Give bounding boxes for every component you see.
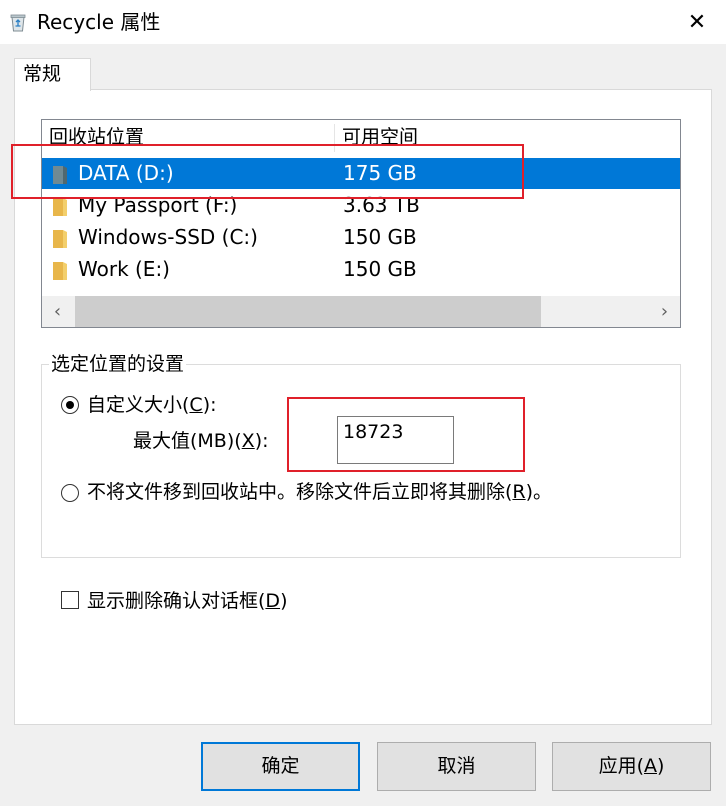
location-name: Windows-SSD (C:) (78, 225, 258, 249)
column-header-free-space[interactable]: 可用空间 (342, 120, 418, 154)
list-item[interactable]: My Passport (F:) 3.63 TB (42, 190, 680, 221)
custom-size-radio[interactable] (61, 396, 79, 414)
delete-immediately-label[interactable]: 不将文件移到回收站中。移除文件后立即将其删除(R)。 (87, 479, 552, 505)
close-icon: ✕ (687, 9, 707, 35)
max-size-input[interactable]: 18723 (337, 416, 454, 464)
custom-size-label[interactable]: 自定义大小(C): (87, 392, 217, 418)
location-name: DATA (D:) (78, 161, 174, 185)
close-button[interactable]: ✕ (668, 0, 726, 44)
title-bar: Recycle 属性 ✕ (0, 0, 726, 44)
ok-button[interactable]: 确定 (201, 742, 360, 791)
location-name: My Passport (F:) (78, 193, 238, 217)
max-size-label: 最大值(MB)(X): (133, 430, 269, 452)
location-free-space: 3.63 TB (343, 193, 420, 217)
apply-button[interactable]: 应用(A) (552, 742, 711, 791)
list-header: 回收站位置 可用空间 (42, 120, 680, 154)
list-item[interactable]: Work (E:) 150 GB (42, 254, 680, 285)
scroll-left-button[interactable]: ‹ (42, 296, 73, 327)
column-header-location[interactable]: 回收站位置 (49, 120, 144, 154)
show-confirmation-checkbox[interactable] (61, 591, 79, 609)
cancel-button[interactable]: 取消 (377, 742, 536, 791)
show-confirmation-label[interactable]: 显示删除确认对话框(D) (87, 588, 287, 614)
delete-immediately-radio[interactable] (61, 484, 79, 502)
folder-icon (53, 230, 67, 248)
recycle-bin-icon (10, 14, 26, 32)
scrollbar-thumb[interactable] (75, 296, 541, 327)
chevron-right-icon: › (660, 301, 669, 322)
location-list[interactable]: 回收站位置 可用空间 DATA (D:) 175 GB My Passport … (41, 119, 681, 328)
location-free-space: 150 GB (343, 225, 417, 249)
drive-icon (53, 166, 67, 184)
location-free-space: 150 GB (343, 257, 417, 281)
settings-group-title: 选定位置的设置 (49, 351, 187, 377)
tab-strip: 常规 (0, 44, 726, 91)
scroll-right-button[interactable]: › (649, 296, 680, 327)
folder-icon (53, 198, 67, 216)
location-name: Work (E:) (78, 257, 170, 281)
horizontal-scrollbar[interactable]: ‹ › (42, 296, 680, 327)
list-item[interactable]: Windows-SSD (C:) 150 GB (42, 222, 680, 253)
location-free-space: 175 GB (343, 161, 417, 185)
column-divider[interactable] (334, 124, 335, 152)
chevron-left-icon: ‹ (53, 301, 62, 322)
window-title: Recycle 属性 (37, 10, 161, 34)
list-item[interactable]: DATA (D:) 175 GB (42, 158, 680, 189)
tab-general[interactable]: 常规 (14, 58, 91, 91)
folder-icon (53, 262, 67, 280)
